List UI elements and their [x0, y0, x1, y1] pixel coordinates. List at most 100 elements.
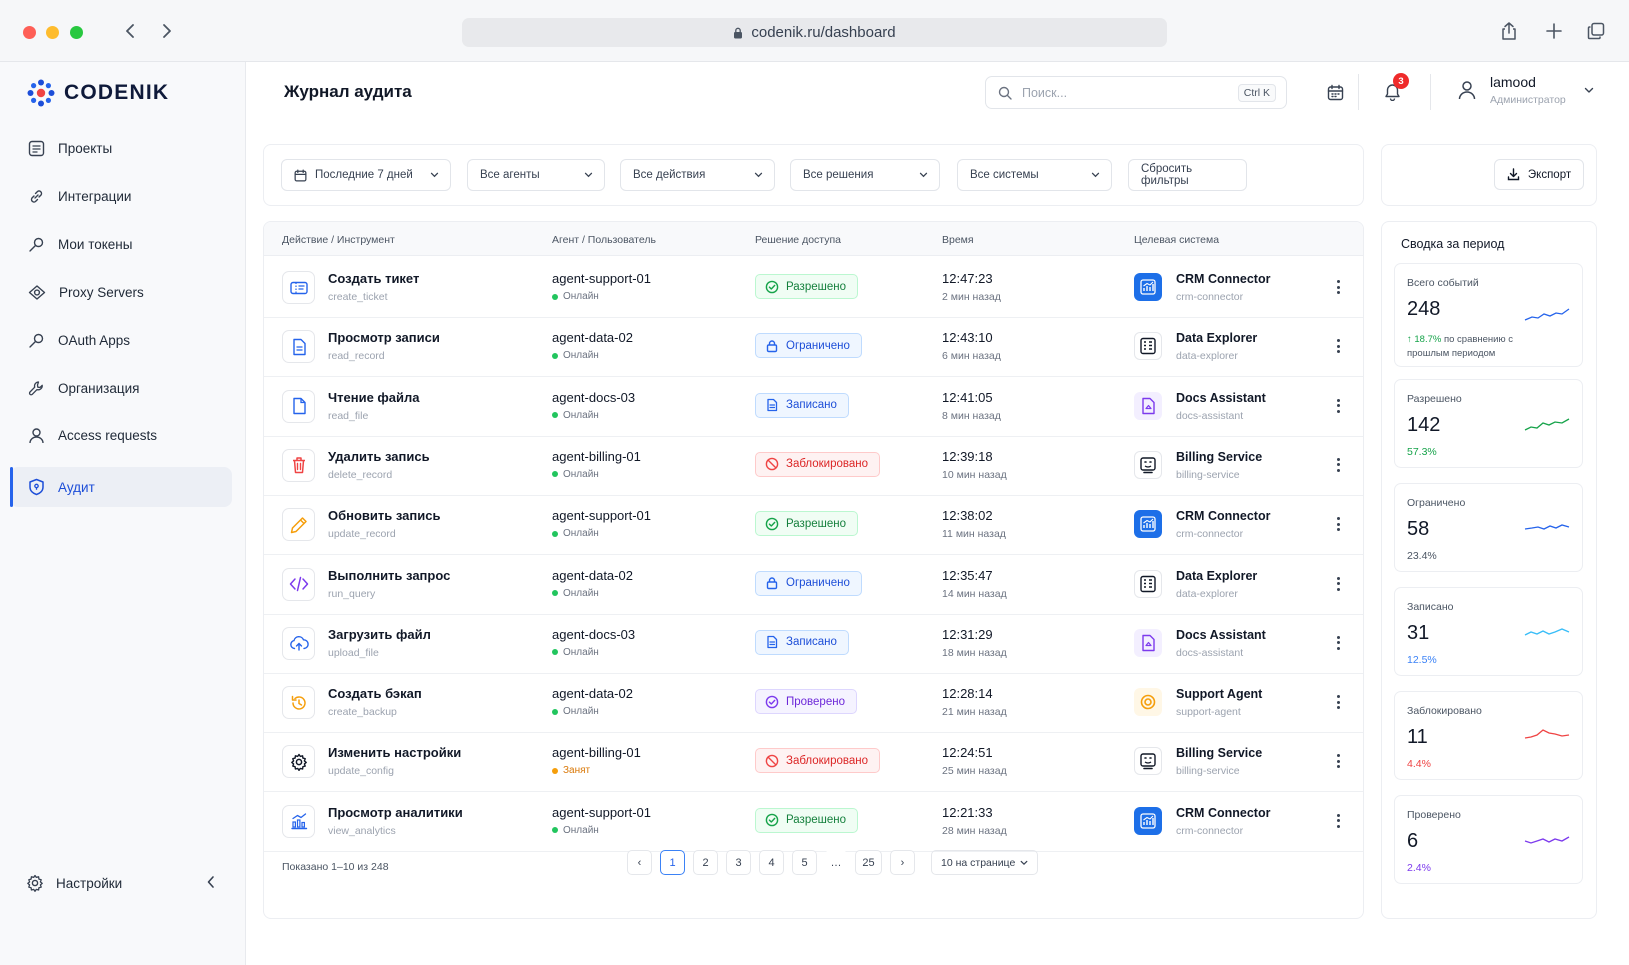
user-menu[interactable]: lamood Администратор: [1458, 74, 1594, 106]
row-menu-icon[interactable]: [1330, 456, 1346, 474]
agent-name[interactable]: agent-support-01: [552, 271, 651, 286]
row-menu-icon[interactable]: [1330, 278, 1346, 296]
share-icon[interactable]: [1498, 20, 1520, 42]
address-bar[interactable]: codenik.ru/dashboard: [462, 18, 1167, 47]
sidebar-item-projects[interactable]: Проекты: [10, 128, 232, 168]
stat-percent: 23.4%: [1407, 550, 1437, 562]
decision-badge: Заблокировано: [755, 451, 881, 477]
calendar-button[interactable]: [1319, 76, 1351, 108]
next-page-button[interactable]: ›: [890, 850, 915, 875]
stat-card: Ограничено 58 23.4%: [1394, 483, 1583, 572]
system-code: crm-connector: [1176, 291, 1244, 303]
action-code: update_record: [328, 528, 396, 541]
agent-name[interactable]: agent-billing-01: [552, 745, 641, 760]
table-row[interactable]: Обновить запись update_record agent-supp…: [264, 493, 1363, 556]
stat-card-total: Всего событий 248 ↑ 18.7% по сравнению с…: [1394, 263, 1583, 367]
lock-icon: [766, 340, 778, 352]
stat-label: Ограничено: [1407, 497, 1466, 509]
new-tab-icon[interactable]: [1543, 20, 1565, 42]
event-ago: 10 мин назад: [942, 468, 1007, 481]
document-icon: [282, 330, 315, 364]
row-menu-icon[interactable]: [1330, 634, 1346, 652]
page-button[interactable]: 4: [759, 850, 784, 875]
per-page-select[interactable]: 10 на странице: [931, 850, 1038, 875]
search-input[interactable]: Поиск... Ctrl K: [985, 76, 1287, 109]
agent-name[interactable]: agent-data-02: [552, 568, 633, 583]
sidebar-item-tokens[interactable]: Мои токены: [10, 224, 232, 264]
agent-name[interactable]: agent-support-01: [552, 508, 651, 523]
decisions-filter[interactable]: Все решения: [790, 159, 940, 191]
system-name[interactable]: Billing Service: [1176, 746, 1262, 760]
close-window-button[interactable]: [23, 26, 36, 39]
table-row[interactable]: Удалить запись delete_record agent-billi…: [264, 434, 1363, 496]
systems-filter[interactable]: Все системы: [957, 159, 1112, 191]
tabs-overview-icon[interactable]: [1585, 20, 1607, 42]
table-row[interactable]: Выполнить запрос run_query agent-data-02…: [264, 553, 1363, 615]
sidebar-item-label: Мои токены: [58, 236, 133, 252]
sidebar-item-organization[interactable]: Организация: [10, 368, 232, 408]
reset-filters-button[interactable]: Сбросить фильтры: [1128, 159, 1247, 191]
table-row[interactable]: Создать бэкап create_backup agent-data-0…: [264, 671, 1363, 734]
action-code: update_config: [328, 765, 394, 778]
system-name[interactable]: Data Explorer: [1176, 331, 1257, 345]
table-row[interactable]: Создать тикет create_ticket agent-suppor…: [264, 256, 1363, 318]
table-row[interactable]: Чтение файла read_file agent-docs-03 Онл…: [264, 375, 1363, 437]
system-name[interactable]: CRM Connector: [1176, 509, 1270, 523]
forward-icon[interactable]: [156, 20, 178, 42]
agent-name[interactable]: agent-data-02: [552, 330, 633, 345]
brand-logo[interactable]: CODENIK: [27, 79, 169, 107]
maximize-window-button[interactable]: [70, 26, 83, 39]
row-menu-icon[interactable]: [1330, 397, 1346, 415]
agent-name[interactable]: agent-support-01: [552, 805, 651, 820]
agent-name[interactable]: agent-billing-01: [552, 449, 641, 464]
agent-name[interactable]: agent-docs-03: [552, 627, 635, 642]
system-name[interactable]: CRM Connector: [1176, 806, 1270, 820]
stat-percent: 4.4%: [1407, 758, 1431, 770]
decision-badge: Проверено: [755, 689, 857, 715]
row-menu-icon[interactable]: [1330, 515, 1346, 533]
prev-page-button[interactable]: ‹: [627, 850, 652, 875]
page-button[interactable]: 25: [855, 850, 882, 875]
system-name[interactable]: Billing Service: [1176, 450, 1262, 464]
chevron-down-icon: [754, 172, 763, 178]
sidebar-settings[interactable]: Настройки: [26, 874, 216, 892]
system-name[interactable]: CRM Connector: [1176, 272, 1270, 286]
row-menu-icon[interactable]: [1330, 337, 1346, 355]
status-text: Онлайн: [563, 468, 599, 480]
table-row[interactable]: Изменить настройки update_config agent-b…: [264, 730, 1363, 793]
sidebar-item-access-requests[interactable]: Access requests: [10, 415, 232, 455]
table-row[interactable]: Просмотр аналитики view_analytics agent-…: [264, 790, 1363, 852]
agents-filter[interactable]: Все агенты: [467, 159, 605, 191]
back-icon[interactable]: [119, 20, 141, 42]
sidebar-item-audit[interactable]: Аудит: [10, 467, 232, 507]
row-menu-icon[interactable]: [1330, 575, 1346, 593]
minimize-window-button[interactable]: [46, 26, 59, 39]
export-button[interactable]: Экспорт: [1494, 159, 1584, 190]
actions-filter[interactable]: Все действия: [620, 159, 775, 191]
period-filter[interactable]: Последние 7 дней: [281, 159, 451, 191]
collapse-sidebar-icon[interactable]: [206, 875, 216, 892]
agent-name[interactable]: agent-docs-03: [552, 390, 635, 405]
agent-status: Онлайн: [552, 528, 599, 539]
page-button[interactable]: 3: [726, 850, 751, 875]
table-row[interactable]: Загрузить файл upload_file agent-docs-03…: [264, 612, 1363, 674]
sidebar-item-integrations[interactable]: Интеграции: [10, 176, 232, 216]
sidebar-item-proxy-servers[interactable]: Proxy Servers: [10, 272, 232, 312]
action-name: Просмотр записи: [328, 330, 440, 346]
page-button[interactable]: 1: [660, 850, 685, 875]
action-name: Создать бэкап: [328, 686, 422, 702]
system-name[interactable]: Docs Assistant: [1176, 391, 1266, 405]
agent-name[interactable]: agent-data-02: [552, 686, 633, 701]
table-row[interactable]: Просмотр записи read_record agent-data-0…: [264, 315, 1363, 378]
sidebar-item-oauth-apps[interactable]: OAuth Apps: [10, 320, 232, 360]
row-menu-icon[interactable]: [1330, 812, 1346, 830]
page-button[interactable]: 5: [792, 850, 817, 875]
system-name[interactable]: Docs Assistant: [1176, 628, 1266, 642]
page-button[interactable]: 2: [693, 850, 718, 875]
notifications-button[interactable]: 3: [1376, 73, 1409, 108]
crm-connector-icon: [1134, 273, 1162, 301]
system-name[interactable]: Data Explorer: [1176, 569, 1257, 583]
row-menu-icon[interactable]: [1330, 752, 1346, 770]
row-menu-icon[interactable]: [1330, 693, 1346, 711]
system-name[interactable]: Support Agent: [1176, 687, 1262, 701]
